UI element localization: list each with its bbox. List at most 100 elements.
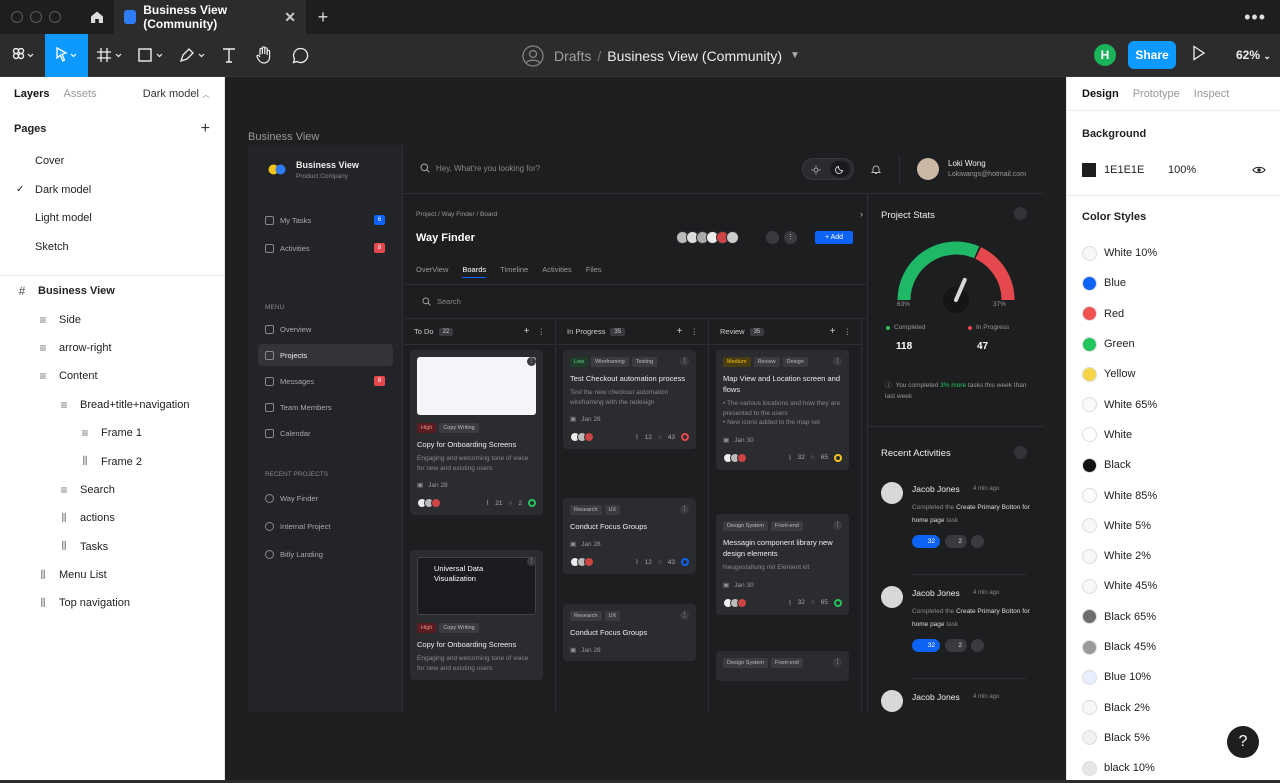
color-style-item[interactable]: White 5% (1067, 511, 1280, 541)
pen-tool[interactable] (171, 34, 214, 77)
tab-design[interactable]: Design (1082, 88, 1119, 100)
color-style-item[interactable]: White 65% (1067, 389, 1280, 419)
card-more-icon[interactable]: ⋮ (833, 658, 842, 667)
task-card[interactable]: Low Wireframing Testing ⋮ Test Checkout auto… (563, 350, 696, 449)
frame-business-view[interactable]: Business View Product Company My Tasks 6 A… (248, 145, 1044, 712)
move-tool[interactable] (45, 33, 88, 77)
window-zoom-control[interactable] (49, 11, 61, 23)
card-more-icon[interactable]: ⋮ (680, 505, 689, 514)
more-icon[interactable]: ⋮ (784, 231, 797, 244)
frame-label[interactable]: Business View (248, 131, 319, 143)
color-style-item[interactable]: Blue 10% (1067, 662, 1280, 692)
card-more-icon[interactable]: ⋮ (833, 521, 842, 530)
tab-prototype[interactable]: Prototype (1133, 88, 1180, 100)
task-card[interactable]: Design System Front-end ⋮ Messagin componen… (716, 514, 849, 615)
color-style-item[interactable]: black 10% (1067, 753, 1280, 783)
chevron-down-icon[interactable]: ▼ (790, 50, 800, 61)
reaction-count[interactable]: 2 (945, 535, 967, 548)
layer-item[interactable]: ⦀ Frame 2 (0, 447, 224, 475)
add-member-icon[interactable] (766, 231, 779, 244)
member-avatars[interactable] (676, 231, 739, 244)
bell-icon[interactable] (871, 164, 881, 175)
more-options-icon[interactable]: ••• (1244, 7, 1266, 28)
card-more-icon[interactable]: ⋮ (680, 611, 689, 620)
add-page-button[interactable]: + (201, 120, 210, 138)
activities-filter-icon[interactable] (1014, 446, 1027, 459)
board-search[interactable]: Search (404, 284, 866, 319)
close-tab-icon[interactable]: ✕ (284, 9, 296, 26)
page-item[interactable]: Cover (0, 147, 224, 176)
nav-item[interactable]: Activities 8 (258, 237, 393, 259)
layer-item[interactable]: ≡ Side (0, 305, 224, 333)
tab-assets[interactable]: Assets (63, 88, 96, 100)
board-tab[interactable]: Activities (542, 265, 572, 278)
color-style-item[interactable]: White 2% (1067, 541, 1280, 571)
recent-project-item[interactable]: Way Finder (258, 487, 393, 509)
color-style-item[interactable]: Black 45% (1067, 632, 1280, 662)
file-tab[interactable]: Business View (Community) ✕ (114, 0, 306, 34)
background-opacity[interactable]: 100% (1168, 164, 1196, 176)
present-button[interactable] (1192, 45, 1206, 61)
add-button[interactable]: + Add (815, 231, 853, 244)
color-style-item[interactable]: White 45% (1067, 571, 1280, 601)
color-style-item[interactable]: White (1067, 420, 1280, 450)
user-avatar[interactable]: H (1094, 44, 1116, 66)
color-style-item[interactable]: Blue (1067, 268, 1280, 298)
top-search[interactable]: Hey, What're you looking for? (420, 163, 540, 173)
shape-tool[interactable] (131, 34, 171, 77)
background-row[interactable]: 1E1E1E 100% (1067, 157, 1280, 183)
home-tab[interactable] (80, 0, 114, 34)
text-tool[interactable] (214, 34, 244, 77)
color-style-item[interactable]: Red (1067, 299, 1280, 329)
drafts-link[interactable]: Drafts (554, 48, 591, 64)
color-style-item[interactable]: Yellow (1067, 359, 1280, 389)
page-item[interactable]: Light model (0, 204, 224, 233)
menu-item[interactable]: Calendar (258, 422, 393, 444)
zoom-menu[interactable]: 62% ⌄ (1236, 48, 1271, 62)
add-card-icon[interactable]: + (830, 326, 836, 337)
eye-icon[interactable] (1252, 165, 1266, 175)
layer-item[interactable]: ⦀ Tasks (0, 533, 224, 561)
stats-filter-icon[interactable] (1014, 207, 1027, 220)
recent-project-item[interactable]: Internal Project (258, 515, 393, 537)
add-card-icon[interactable]: + (677, 326, 683, 337)
hand-tool[interactable] (244, 34, 284, 77)
layer-item[interactable]: ≡ Bread+title+navigation (0, 391, 224, 419)
add-card-icon[interactable]: + (524, 326, 530, 337)
add-reaction-icon[interactable] (971, 639, 984, 652)
window-close-control[interactable] (11, 11, 23, 23)
layer-item[interactable]: ≡ Search (0, 476, 224, 504)
menu-item[interactable]: Overview (258, 318, 393, 340)
reaction-count[interactable]: 2 (945, 639, 967, 652)
file-name[interactable]: Business View (Community) (607, 48, 782, 64)
user-avatar[interactable] (917, 158, 939, 180)
layer-item[interactable]: ⦀ actions (0, 504, 224, 532)
color-style-item[interactable]: White 10% (1067, 238, 1280, 268)
background-swatch[interactable] (1082, 163, 1096, 177)
nav-item[interactable]: My Tasks 6 (258, 209, 393, 231)
comment-tool[interactable] (284, 34, 316, 77)
reaction-count[interactable]: 32 (912, 535, 940, 548)
tab-layers[interactable]: Layers (14, 88, 49, 100)
share-button[interactable]: Share (1128, 41, 1176, 69)
task-card[interactable]: Universal Data Visualization High Copy Wri… (410, 550, 543, 680)
layer-item[interactable]: ≡ Content (0, 362, 224, 390)
color-style-item[interactable]: Black 2% (1067, 692, 1280, 722)
color-style-item[interactable]: Black 65% (1067, 602, 1280, 632)
collapse-arrow-icon[interactable]: › (860, 209, 863, 219)
board-tab[interactable]: OverView (416, 265, 448, 278)
column-more-icon[interactable]: ⋮ (538, 327, 546, 336)
card-more-icon[interactable]: ⋮ (527, 557, 536, 566)
theme-toggle[interactable] (802, 158, 854, 180)
color-style-item[interactable]: White 85% (1067, 480, 1280, 510)
column-more-icon[interactable]: ⋮ (691, 327, 699, 336)
window-minimize-control[interactable] (30, 11, 42, 23)
menu-item[interactable]: Messages 8 (258, 370, 393, 392)
main-menu-button[interactable] (0, 34, 45, 77)
task-card[interactable]: Research UX ⋮ Conduct Focus Groups ▣ Jan 28 ⌇ 1… (563, 498, 696, 574)
task-card[interactable]: Research UX ⋮ Conduct Focus Groups ▣ Jan 28 (563, 604, 696, 661)
task-card[interactable]: Medium Review Design ⋮ Map View and Location… (716, 350, 849, 470)
board-tab[interactable]: Files (586, 265, 602, 278)
page-item[interactable]: Sketch (0, 233, 224, 262)
reaction-count[interactable]: 32 (912, 639, 940, 652)
